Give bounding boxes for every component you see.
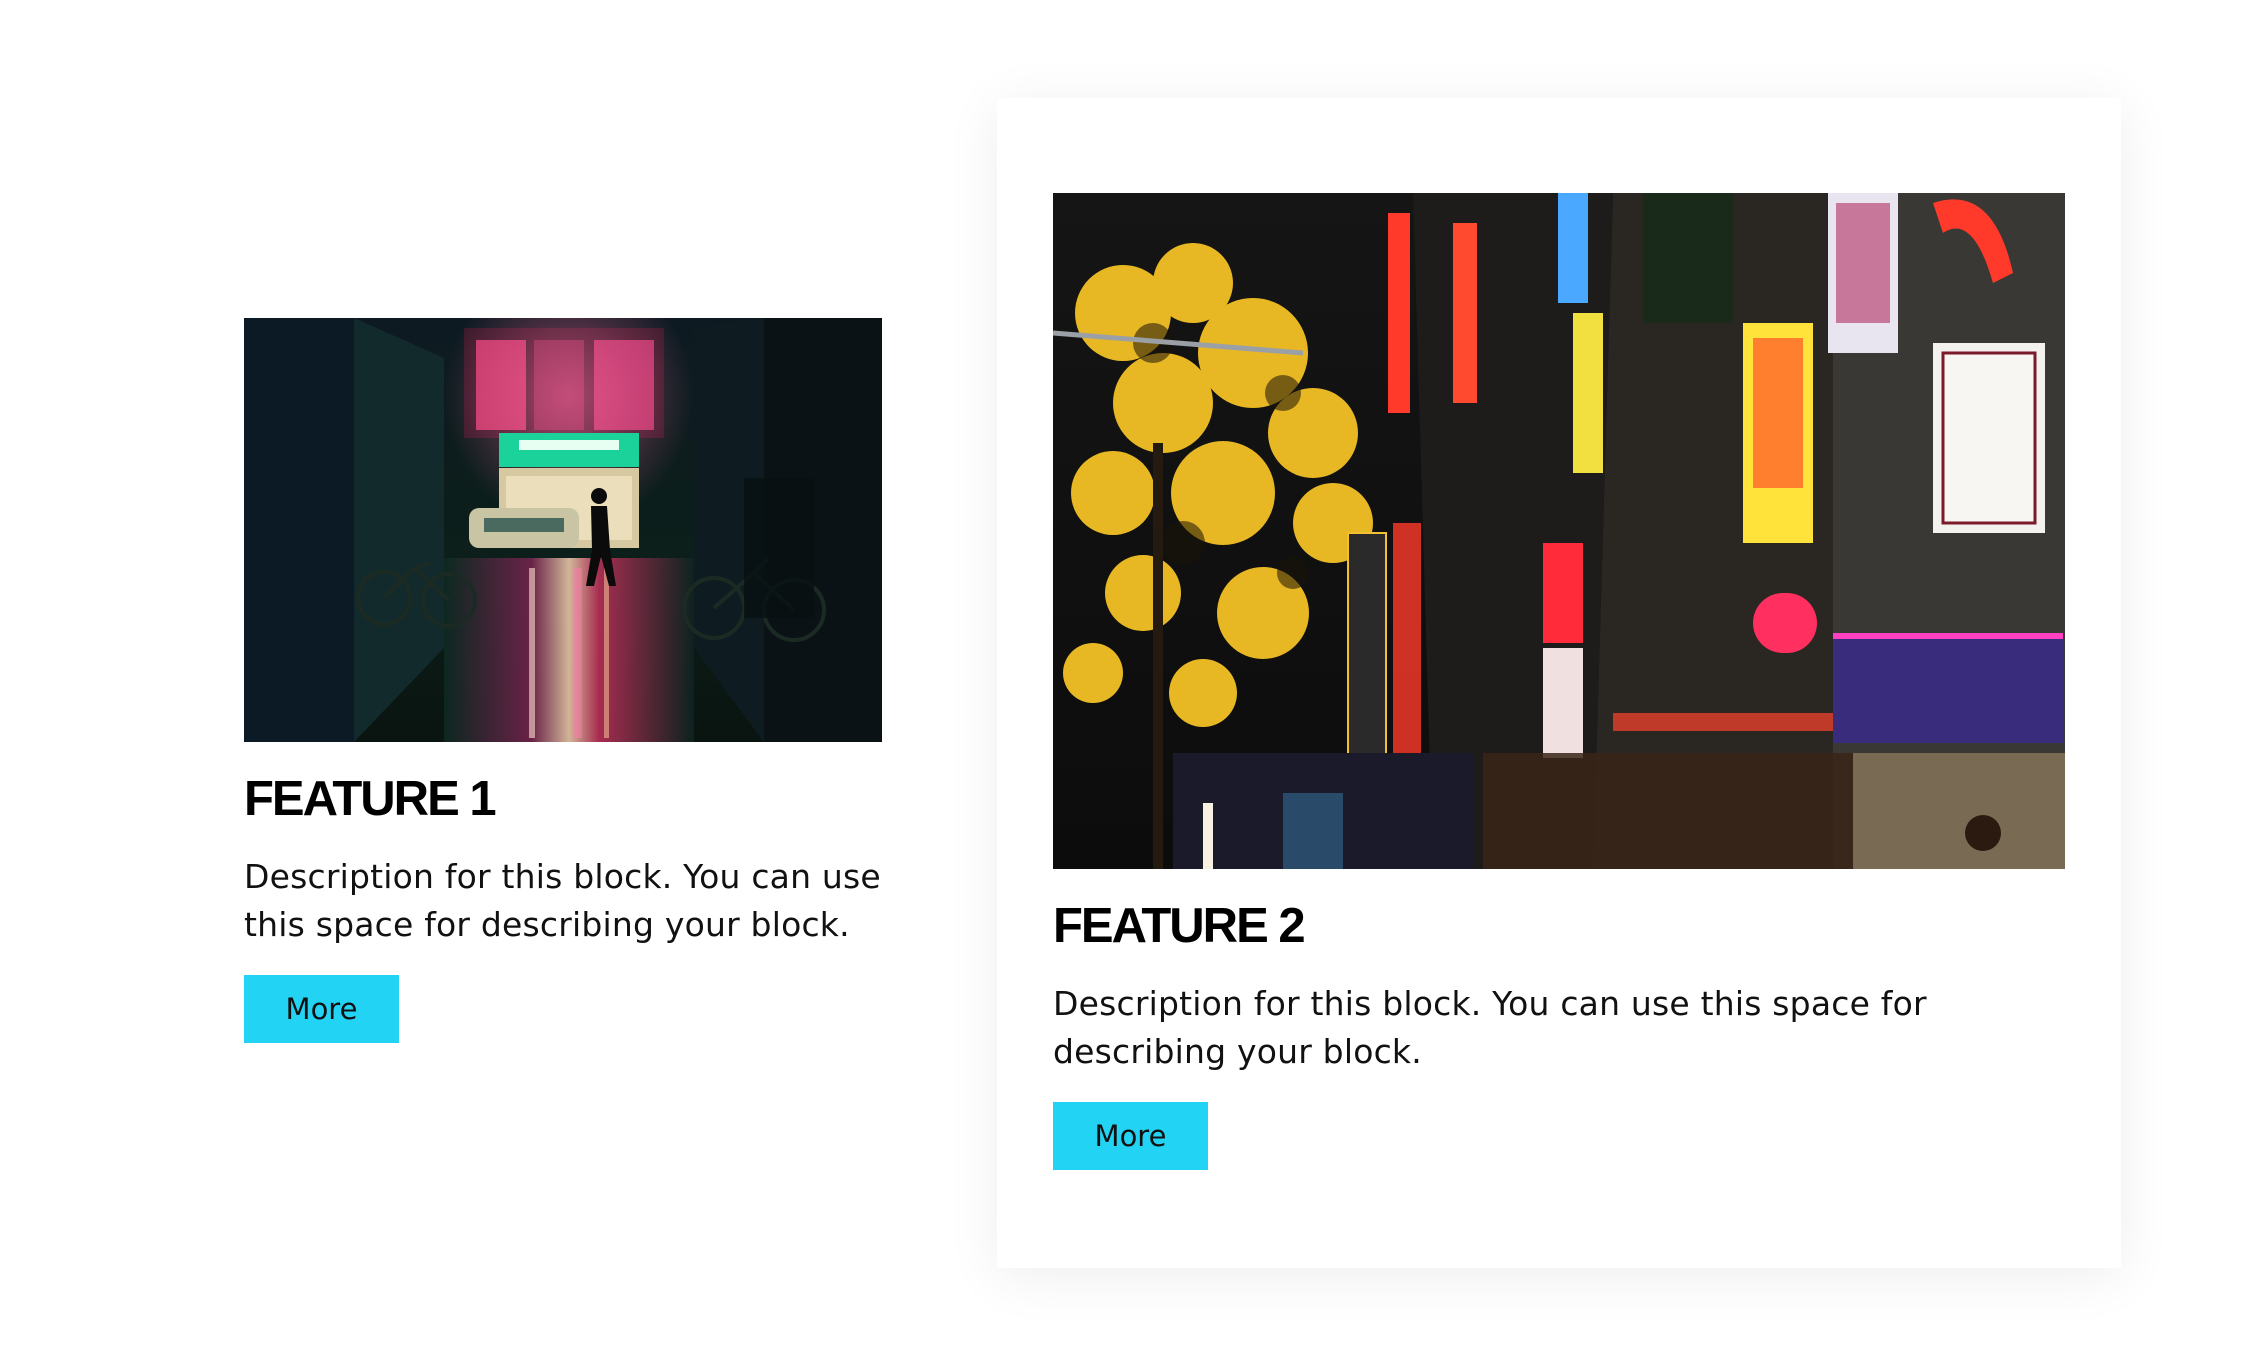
feature-1-image (244, 318, 882, 742)
feature-2-more-button[interactable]: More (1053, 1102, 1208, 1170)
feature-card-2: FEATURE 2 Description for this block. Yo… (997, 98, 2121, 1268)
feature-1-title: FEATURE 1 (244, 772, 497, 826)
feature-1-description: Description for this block. You can use … (244, 857, 881, 944)
feature-card-2-content: FEATURE 2 Description for this block. Yo… (1053, 193, 2065, 1170)
feature-2-description: Description for this block. You can use … (1053, 984, 1927, 1071)
feature-2-title: FEATURE 2 (1053, 899, 1306, 953)
feature-card-1: FEATURE 1 Description for this block. Yo… (244, 318, 882, 1043)
feature-2-image (1053, 193, 2065, 869)
feature-1-more-button[interactable]: More (244, 975, 399, 1043)
